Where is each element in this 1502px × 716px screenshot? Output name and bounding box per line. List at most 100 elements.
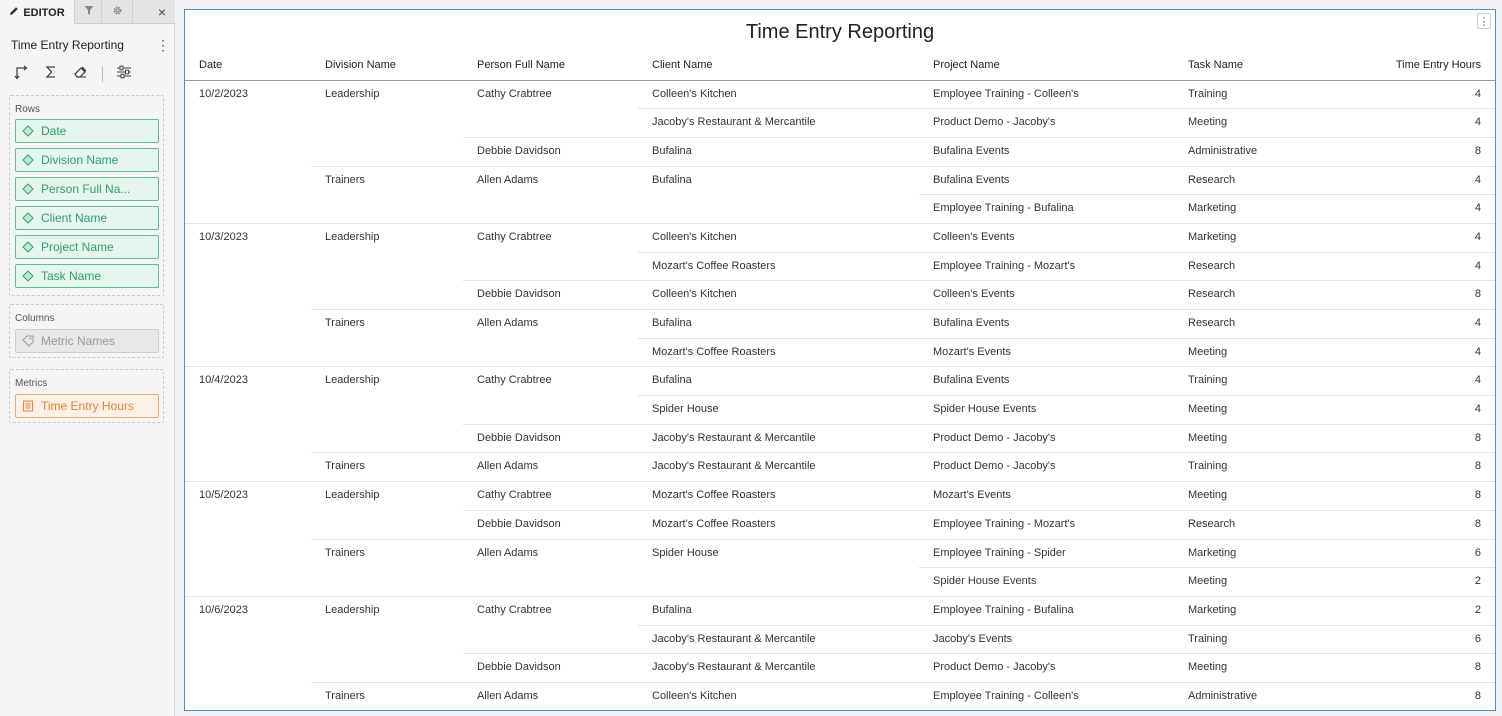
table-cell[interactable]: Colleen's Kitchen [638, 222, 919, 253]
table-cell[interactable]: Product Demo - Jacoby's [919, 653, 1174, 683]
table-cell[interactable]: 10/5/2023 [185, 481, 311, 511]
table-cell[interactable]: Employee Training - Colleen's [919, 80, 1174, 109]
table-cell[interactable]: Mozart's Coffee Roasters [638, 509, 919, 539]
table-cell[interactable]: Allen Adams [463, 681, 638, 710]
table-cell[interactable] [185, 137, 311, 166]
table-cell[interactable]: Jacoby's Restaurant & Mercantile [638, 452, 919, 482]
table-cell[interactable]: Meeting [1174, 337, 1324, 367]
table-cell[interactable]: Colleen's Kitchen [638, 280, 919, 310]
table-cell[interactable] [311, 654, 463, 683]
table-cell[interactable] [185, 109, 311, 138]
column-header[interactable]: Task Name [1174, 50, 1324, 81]
metric-cell[interactable]: 4 [1324, 108, 1495, 138]
table-cell[interactable]: Bufalina [638, 165, 919, 195]
swap-axes-button[interactable] [11, 63, 33, 85]
table-cell[interactable]: Allen Adams [463, 309, 638, 339]
table-cell[interactable] [185, 453, 311, 482]
metric-cell[interactable]: 4 [1324, 165, 1495, 195]
clear-button[interactable] [69, 63, 91, 85]
table-cell[interactable]: Mozart's Coffee Roasters [638, 251, 919, 281]
table-cell[interactable] [185, 424, 311, 453]
table-cell[interactable]: Training [1174, 624, 1324, 654]
column-header[interactable]: Project Name [919, 50, 1174, 81]
table-cell[interactable]: Bufalina Events [919, 309, 1174, 339]
table-cell[interactable]: Marketing [1174, 222, 1324, 253]
table-cell[interactable]: Trainers [311, 309, 463, 339]
table-cell[interactable]: Debbie Davidson [463, 653, 638, 683]
table-cell[interactable]: Colleen's Events [919, 222, 1174, 253]
table-cell[interactable]: Jacoby's Restaurant & Mercantile [638, 624, 919, 654]
table-cell[interactable] [463, 568, 638, 597]
table-cell[interactable] [311, 510, 463, 539]
table-cell[interactable]: Bufalina [638, 309, 919, 339]
table-cell[interactable] [311, 396, 463, 425]
metric-cell[interactable]: 8 [1324, 481, 1495, 511]
metric-cell[interactable]: 2 [1324, 595, 1495, 626]
table-cell[interactable]: Marketing [1174, 538, 1324, 568]
metric-cell[interactable]: 8 [1324, 452, 1495, 482]
table-cell[interactable]: Jacoby's Restaurant & Mercantile [638, 108, 919, 138]
metric-pill-time-entry-hours[interactable]: Time Entry Hours [15, 394, 159, 418]
table-cell[interactable]: Debbie Davidson [463, 280, 638, 310]
table-cell[interactable]: Product Demo - Jacoby's [919, 108, 1174, 138]
table-cell[interactable]: Cathy Crabtree [463, 481, 638, 511]
table-cell[interactable]: Research [1174, 280, 1324, 310]
table-cell[interactable]: Meeting [1174, 567, 1324, 597]
table-cell[interactable]: Mozart's Events [919, 337, 1174, 367]
table-cell[interactable]: Bufalina Events [919, 136, 1174, 167]
row-pill-date[interactable]: Date [15, 119, 159, 143]
table-cell[interactable]: Research [1174, 509, 1324, 539]
table-cell[interactable] [185, 310, 311, 339]
table-cell[interactable] [185, 568, 311, 597]
metric-cell[interactable]: 4 [1324, 251, 1495, 281]
table-cell[interactable]: Spider House Events [919, 567, 1174, 597]
table-cell[interactable] [311, 281, 463, 310]
table-cell[interactable]: Research [1174, 309, 1324, 339]
metric-cell[interactable]: 6 [1324, 624, 1495, 654]
table-cell[interactable]: Trainers [311, 681, 463, 710]
table-cell[interactable] [311, 137, 463, 166]
table-cell[interactable] [463, 396, 638, 425]
table-cell[interactable]: Product Demo - Jacoby's [919, 452, 1174, 482]
table-cell[interactable]: Mozart's Coffee Roasters [638, 337, 919, 367]
table-cell[interactable] [463, 338, 638, 367]
metric-cell[interactable]: 8 [1324, 280, 1495, 310]
table-cell[interactable]: Training [1174, 80, 1324, 109]
table-cell[interactable]: Colleen's Kitchen [638, 681, 919, 710]
column-header[interactable]: Person Full Name [463, 50, 638, 81]
table-cell[interactable]: Spider House Events [919, 395, 1174, 425]
table-cell[interactable]: 10/6/2023 [185, 595, 311, 626]
table-cell[interactable] [311, 338, 463, 367]
metric-cell[interactable]: 4 [1324, 366, 1495, 396]
table-cell[interactable] [185, 510, 311, 539]
metric-cell[interactable]: 8 [1324, 509, 1495, 539]
table-cell[interactable] [185, 338, 311, 367]
row-pill-division-name[interactable]: Division Name [15, 148, 159, 172]
editor-more-icon[interactable]: ⋮ [156, 38, 170, 52]
table-cell[interactable]: Meeting [1174, 481, 1324, 511]
metric-cell[interactable]: 2 [1324, 567, 1495, 597]
table-cell[interactable]: Marketing [1174, 595, 1324, 626]
table-cell[interactable] [311, 109, 463, 138]
table-cell[interactable]: Employee Training - Bufalina [919, 194, 1174, 224]
metric-cell[interactable]: 8 [1324, 681, 1495, 710]
tab-settings[interactable] [103, 0, 133, 24]
table-cell[interactable] [463, 252, 638, 281]
totals-button[interactable] [40, 63, 62, 85]
table-cell[interactable]: Training [1174, 366, 1324, 396]
table-cell[interactable]: Debbie Davidson [463, 136, 638, 167]
tab-filter[interactable] [76, 0, 102, 24]
metric-cell[interactable]: 8 [1324, 653, 1495, 683]
table-cell[interactable]: Leadership [311, 595, 463, 626]
table-cell[interactable]: Bufalina Events [919, 165, 1174, 195]
table-cell[interactable]: Employee Training - Mozart's [919, 251, 1174, 281]
table-cell[interactable]: Cathy Crabtree [463, 595, 638, 626]
table-cell[interactable]: Trainers [311, 538, 463, 568]
table-cell[interactable] [185, 625, 311, 654]
row-pill-project-name[interactable]: Project Name [15, 235, 159, 259]
column-header[interactable]: Client Name [638, 50, 919, 81]
metrics-dropzone[interactable]: Metrics Time Entry Hours [9, 369, 164, 423]
table-cell[interactable]: Employee Training - Colleen's [919, 681, 1174, 710]
table-cell[interactable]: Trainers [311, 165, 463, 195]
table-cell[interactable]: Employee Training - Mozart's [919, 509, 1174, 539]
